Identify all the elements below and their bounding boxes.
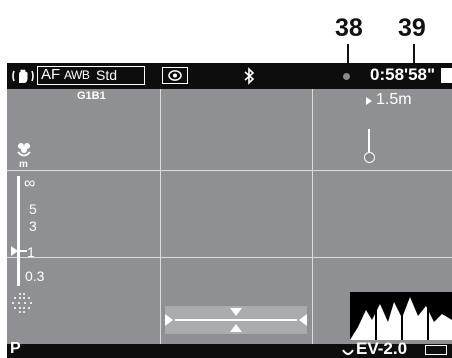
level-right-arrow-icon [299, 314, 307, 326]
level-horizontal-line [175, 319, 297, 321]
white-balance-label: AWB [64, 68, 90, 82]
camera-lcd-screen: AF AWB Std 0:58'58" G1B1 1.5m m ∞ 5 3 1 … [7, 63, 452, 358]
level-bottom-marker-icon [230, 324, 242, 332]
subject-distance: 1.5m [376, 91, 412, 108]
grid-line-h1 [7, 170, 452, 171]
distance-mark-5: 5 [29, 201, 37, 217]
exposure-compensation: EV-2.0 [356, 339, 408, 358]
distance-mark-infinity: ∞ [24, 175, 36, 192]
battery-icon [425, 345, 447, 355]
callout-area: 38 39 [0, 0, 452, 64]
callout-38: 38 [335, 14, 363, 42]
level-top-marker-icon [230, 308, 242, 316]
af-mode-label: AF [41, 66, 61, 83]
distance-scale-bar [17, 176, 20, 286]
grid-line-v2 [312, 89, 313, 344]
callout-38-leader [347, 44, 349, 64]
image-style-label: Std [96, 67, 118, 83]
level-left-arrow-icon [165, 314, 173, 326]
metering-icon [162, 67, 188, 84]
distance-mark-3: 3 [29, 218, 37, 234]
bottom-bar: P EV-2.0 [7, 339, 452, 358]
grid-line-v1 [160, 89, 161, 344]
histogram [350, 292, 452, 340]
callout-39-leader [413, 44, 415, 64]
distance-mark-1: 1 [27, 244, 35, 260]
time-display: 0:58'58" [370, 65, 436, 84]
af-point-pattern-icon [11, 292, 33, 319]
electronic-level [165, 306, 307, 334]
callout-39: 39 [398, 14, 426, 42]
memory-card-icon [441, 68, 452, 83]
distance-mark-0-3: 0.3 [25, 268, 45, 284]
play-triangle-icon [366, 97, 372, 105]
status-bar: AF AWB Std 0:58'58" [7, 63, 452, 89]
grid-line-h2 [7, 257, 452, 258]
shake-reduction-icon [11, 66, 35, 91]
wb-fine-tune: G1B1 [77, 90, 106, 102]
status-dot-icon [343, 73, 350, 80]
bluetooth-icon [242, 66, 256, 91]
ev-comp-icon [342, 345, 354, 358]
distance-pointer-icon [10, 244, 28, 262]
distance-unit: m [19, 159, 28, 170]
distance-indicator-knob [364, 152, 375, 163]
exposure-mode: P [10, 340, 21, 357]
